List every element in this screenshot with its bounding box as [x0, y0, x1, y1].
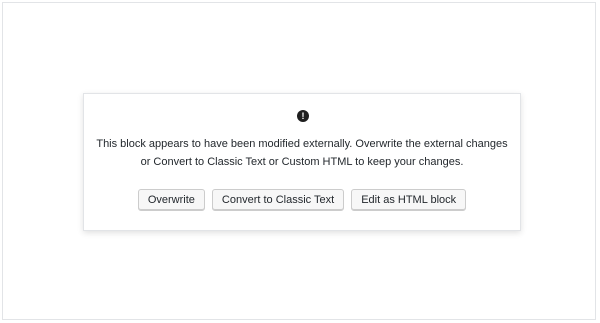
warning-message: This block appears to have been modified…: [96, 138, 508, 168]
edit-as-html-block-button[interactable]: Edit as HTML block: [351, 189, 467, 211]
convert-to-classic-text-button[interactable]: Convert to Classic Text: [211, 189, 345, 211]
block-warning: ! This block appears to have been modifi…: [83, 93, 521, 231]
overwrite-button[interactable]: Overwrite: [137, 189, 205, 211]
editor-canvas: ! This block appears to have been modifi…: [2, 2, 596, 320]
warning-actions: Overwrite Convert to Classic Text Edit a…: [84, 189, 520, 211]
exclamation-circle-icon: !: [297, 110, 309, 122]
